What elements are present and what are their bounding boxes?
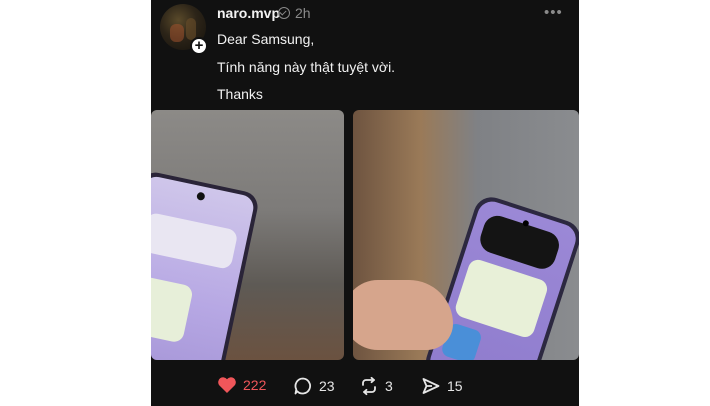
post-text-line: Tính năng này thật tuyệt vời. [217,59,396,75]
hand-image [353,280,453,350]
share-count: 15 [447,378,463,394]
post-card: + naro.mvp 2h ••• Dear Samsung, Tính năn… [151,0,579,406]
post-time: 2h [295,5,311,21]
post-text-line: Thanks [217,86,263,102]
repost-count: 3 [385,378,393,394]
comment-icon [293,376,313,396]
repost-button[interactable]: 3 [359,376,393,396]
like-button[interactable]: 222 [217,376,266,394]
post-text-line: Dear Samsung, [217,31,315,47]
verified-icon [278,7,290,19]
more-icon[interactable]: ••• [544,4,563,21]
avatar-art [170,24,184,42]
post-image-2[interactable] [353,110,579,360]
phone-screen [151,174,256,360]
like-count: 222 [243,377,267,393]
widget-card [151,272,194,344]
heart-icon [217,376,237,394]
notification-card [151,211,239,271]
post-image-1[interactable] [151,110,344,360]
comment-button[interactable]: 23 [293,376,335,396]
phone-image [151,169,261,360]
share-icon [421,376,441,396]
camera-cutout [196,191,206,202]
share-button[interactable]: 15 [421,376,463,396]
plus-icon[interactable]: + [190,37,208,55]
username[interactable]: naro.mvp [217,5,280,21]
comment-count: 23 [319,378,335,394]
repost-icon [359,376,379,396]
